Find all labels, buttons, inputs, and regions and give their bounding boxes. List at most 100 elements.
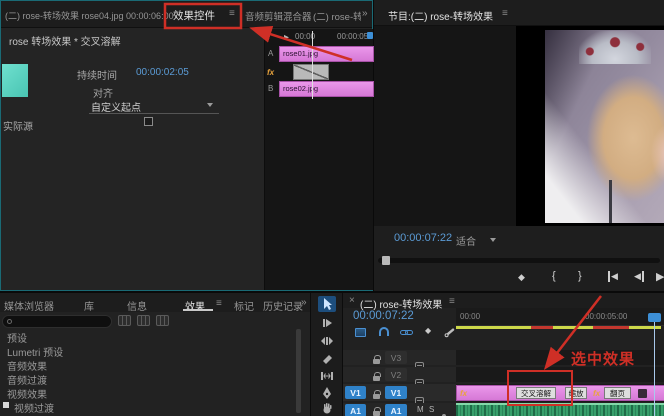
hand-tool-button[interactable] — [318, 400, 336, 416]
tab-sequence[interactable]: (二) rose-转场效果 — [360, 296, 442, 311]
selection-tool-icon — [321, 298, 333, 310]
track-header-v2: V2 — [343, 367, 456, 382]
track-select-tool-icon — [321, 317, 333, 329]
effects-bin-audio-effects[interactable]: 音频效果 — [0, 358, 292, 371]
slip-tool-button[interactable] — [318, 368, 336, 384]
selection-tool-button[interactable] — [318, 296, 336, 312]
lock-icon[interactable] — [373, 376, 380, 381]
render-bar-red-2 — [593, 326, 629, 329]
ripple-edit-tool-button[interactable] — [318, 333, 336, 349]
playhead-handle[interactable] — [648, 313, 661, 322]
tab-sequence-overflow[interactable]: (二) rose-转 — [313, 9, 361, 23]
program-timecode[interactable]: 00:00:07:22 — [394, 232, 452, 244]
track-button-v3[interactable]: V3 — [385, 351, 407, 364]
video-clip-strip[interactable]: fx 交叉溶解 缩放 fx 翻页 — [456, 385, 664, 401]
mark-in-button[interactable]: { — [552, 270, 556, 282]
mute-button[interactable]: M — [417, 405, 424, 414]
tab-history[interactable]: 历史记录 — [263, 298, 303, 313]
tab-libraries[interactable]: 库 — [84, 298, 94, 313]
panel-menu-icon[interactable]: ≡ — [229, 8, 235, 19]
filter-yuv-effects-icon[interactable] — [156, 315, 169, 326]
tab-source-monitor[interactable]: (二) rose-转场效果 rose04.jpg 00:00:06:00 — [5, 9, 174, 22]
play-button[interactable]: ▶ — [656, 270, 664, 283]
tab-overflow-chevron[interactable]: » — [301, 297, 307, 308]
track-lane-v1[interactable]: fx 交叉溶解 缩放 fx 翻页 — [456, 384, 664, 402]
effect-controls-panel: (二) rose-转场效果 rose04.jpg 00:00:06:00 效果控… — [0, 0, 373, 291]
snap-magnet-icon[interactable] — [379, 327, 389, 336]
track-select-tool-button[interactable] — [318, 315, 336, 331]
tab-markers[interactable]: 标记 — [234, 298, 254, 313]
timeline-timecode[interactable]: 00:00:07:22 — [353, 310, 414, 322]
mini-playhead[interactable] — [312, 31, 313, 99]
work-area-bar — [456, 326, 661, 329]
timeline-settings-wrench-icon[interactable] — [444, 326, 456, 338]
lock-icon[interactable] — [373, 359, 380, 364]
effect-controls-header: rose 转场效果 * 交叉溶解 — [9, 33, 121, 48]
effects-bin-video-effects[interactable]: 视频效果 — [0, 386, 292, 399]
transition-zoom[interactable]: 缩放 — [565, 387, 587, 399]
track-lane-a1[interactable] — [456, 403, 664, 416]
source-patch-a1[interactable]: A1 — [345, 404, 366, 416]
video-frame — [545, 30, 664, 223]
mini-play-icon[interactable]: ▶ — [284, 33, 289, 41]
go-to-in-button[interactable]: ◀ — [608, 271, 618, 282]
zoom-level-value: 适合 — [456, 237, 476, 248]
program-playhead[interactable] — [382, 256, 390, 265]
close-icon[interactable]: × — [349, 295, 355, 306]
lock-icon[interactable] — [373, 411, 380, 416]
transport-controls: ◆ { } ◀ ◀ ▶ — [374, 268, 664, 290]
tab-program-monitor[interactable]: 节目:(二) rose-转场效果 — [388, 8, 493, 23]
source-patch-v1[interactable]: V1 — [345, 386, 366, 399]
tab-audio-clip-mixer[interactable]: 音频剪辑混合器 — [245, 9, 312, 23]
insert-nest-icon[interactable] — [355, 328, 366, 337]
panel-menu-icon[interactable]: ≡ — [502, 8, 508, 19]
show-actual-sources-checkbox[interactable] — [144, 117, 153, 126]
ruler-tick-start: 00:00 — [460, 312, 480, 321]
effects-scrollbar[interactable] — [296, 329, 301, 413]
filter-accelerated-effects-icon[interactable] — [118, 315, 131, 326]
filter-32bit-effects-icon[interactable] — [137, 315, 150, 326]
mini-zoom-handle[interactable] — [367, 32, 373, 39]
razor-tool-button[interactable] — [318, 351, 336, 367]
track-a-label: A — [268, 49, 273, 58]
pen-tool-button[interactable] — [318, 385, 336, 401]
track-button-v2[interactable]: V2 — [385, 368, 407, 381]
timeline-ruler[interactable]: 00:00 00:00:05:00 — [456, 308, 664, 326]
linked-selection-icon[interactable] — [400, 327, 413, 338]
alignment-dropdown[interactable]: 自定义起点 — [89, 98, 219, 114]
duration-label: 持续时间 — [77, 67, 117, 82]
crown-art — [579, 31, 651, 64]
transition-cross-dissolve[interactable]: 交叉溶解 — [516, 387, 556, 399]
tab-info[interactable]: 信息 — [127, 298, 147, 313]
effects-bin-presets[interactable]: 预设 — [0, 330, 292, 343]
transition-page-turn[interactable]: 翻页 — [604, 387, 631, 399]
effects-search-input[interactable] — [2, 315, 112, 328]
tab-media-browser[interactable]: 媒体浏览器 — [4, 298, 54, 313]
tab-overflow-chevron[interactable]: » — [362, 8, 368, 19]
duration-value[interactable]: 00:00:02:05 — [136, 67, 189, 78]
audio-clip[interactable] — [456, 403, 664, 416]
zoom-level-select[interactable]: 适合 — [456, 233, 500, 246]
effects-bin-audio-transitions[interactable]: 音频过渡 — [0, 372, 292, 385]
add-marker-button[interactable]: ◆ — [518, 272, 525, 283]
clip-a[interactable]: rose01.jpg — [279, 46, 374, 62]
clip-b[interactable]: rose02.jpg — [279, 81, 374, 97]
add-marker-icon[interactable]: ◆ — [425, 326, 431, 335]
transition-block[interactable] — [293, 64, 329, 80]
track-lane-v2[interactable] — [456, 367, 664, 382]
mark-out-button[interactable]: } — [578, 270, 582, 282]
razor-tool-icon — [321, 353, 333, 365]
tab-effect-controls[interactable]: 效果控件 — [173, 8, 215, 23]
lock-icon[interactable] — [373, 394, 380, 399]
program-scrubber-track[interactable] — [378, 258, 660, 263]
step-back-button[interactable]: ◀ — [634, 271, 644, 282]
solo-button[interactable]: S — [429, 405, 434, 414]
track-button-v1[interactable]: V1 — [385, 386, 407, 399]
playhead-line[interactable] — [654, 322, 655, 416]
slip-tool-icon — [321, 370, 333, 382]
effects-bin-video-transitions[interactable]: 视频过渡 — [0, 400, 292, 413]
effects-bin-lumetri-presets[interactable]: Lumetri 预设 — [0, 344, 292, 357]
track-button-a1[interactable]: A1 — [385, 404, 407, 416]
panel-menu-icon[interactable]: ≡ — [216, 298, 222, 309]
panel-menu-icon[interactable]: ≡ — [449, 296, 455, 307]
